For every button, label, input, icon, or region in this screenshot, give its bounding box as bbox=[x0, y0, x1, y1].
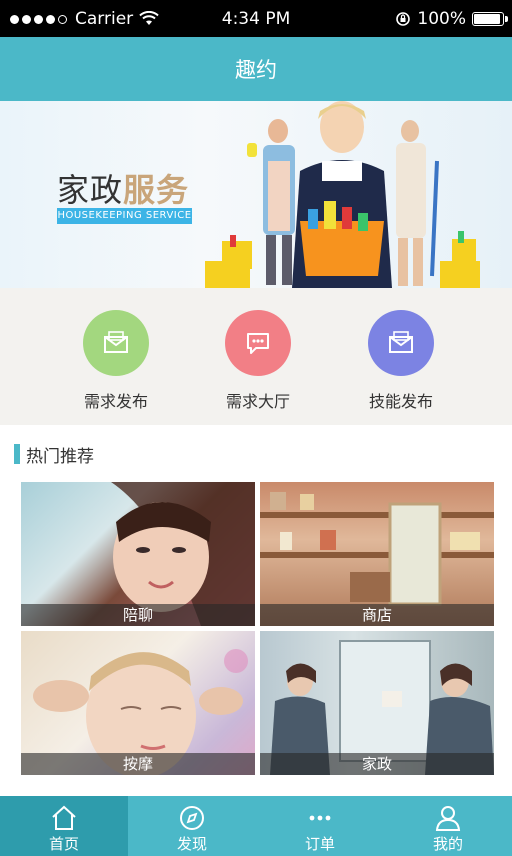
battery-percent: 100% bbox=[417, 9, 466, 29]
category-tile-shop[interactable]: 商店 bbox=[260, 482, 494, 626]
section-header: 热门推荐 bbox=[14, 443, 94, 467]
tab-label: 我的 bbox=[432, 835, 463, 853]
compass-icon bbox=[180, 806, 204, 830]
category-tile-housekeeping[interactable]: 家政 bbox=[260, 631, 494, 775]
category-tile-massage[interactable]: 按摩 bbox=[21, 631, 255, 775]
shortcut-panel: 需求发布 需求大厅 技能发布 bbox=[0, 288, 512, 425]
section-accent-bar bbox=[14, 444, 20, 464]
shortcut-post-request[interactable]: 需求发布 bbox=[56, 310, 176, 412]
page-title: 趣约 bbox=[235, 58, 277, 82]
tab-label: 订单 bbox=[304, 835, 335, 853]
status-right: 100% bbox=[395, 9, 508, 29]
tile-caption: 商店 bbox=[260, 604, 494, 626]
chat-bubble-icon bbox=[225, 310, 291, 376]
tab-profile[interactable]: 我的 bbox=[384, 796, 512, 856]
tab-discover[interactable]: 发现 bbox=[128, 796, 256, 856]
banner-title: 家政服务 bbox=[57, 171, 190, 209]
orientation-lock-icon bbox=[396, 12, 411, 26]
tile-caption: 陪聊 bbox=[21, 604, 255, 626]
promo-banner[interactable]: 家政服务 HOUSEKEEPING SERVICE bbox=[0, 101, 512, 288]
shortcut-post-skill[interactable]: 技能发布 bbox=[341, 310, 461, 412]
nav-bar: 趣约 bbox=[0, 37, 512, 101]
shortcut-label: 技能发布 bbox=[368, 392, 433, 411]
tab-bar: 首页 发现 订单 我的 bbox=[0, 796, 512, 856]
category-tile-chat[interactable]: 陪聊 bbox=[21, 482, 255, 626]
tab-label: 发现 bbox=[176, 835, 207, 853]
tile-caption: 家政 bbox=[260, 753, 494, 775]
status-bar: Carrier 4:34 PM 100% bbox=[0, 0, 512, 37]
envelope-icon bbox=[368, 310, 434, 376]
user-icon bbox=[435, 806, 461, 831]
tab-home[interactable]: 首页 bbox=[0, 796, 128, 856]
shortcut-request-hall[interactable]: 需求大厅 bbox=[198, 310, 318, 412]
tab-orders[interactable]: 订单 bbox=[256, 796, 384, 856]
envelope-icon bbox=[83, 310, 149, 376]
battery-icon bbox=[472, 12, 508, 26]
tab-label: 首页 bbox=[48, 835, 79, 853]
shortcut-label: 需求大厅 bbox=[225, 392, 290, 411]
banner-subtitle: HOUSEKEEPING SERVICE bbox=[57, 208, 192, 224]
home-icon bbox=[52, 805, 76, 830]
shortcut-label: 需求发布 bbox=[83, 392, 148, 411]
section-title: 热门推荐 bbox=[26, 446, 94, 467]
tile-caption: 按摩 bbox=[21, 753, 255, 775]
more-dots-icon bbox=[309, 815, 331, 821]
